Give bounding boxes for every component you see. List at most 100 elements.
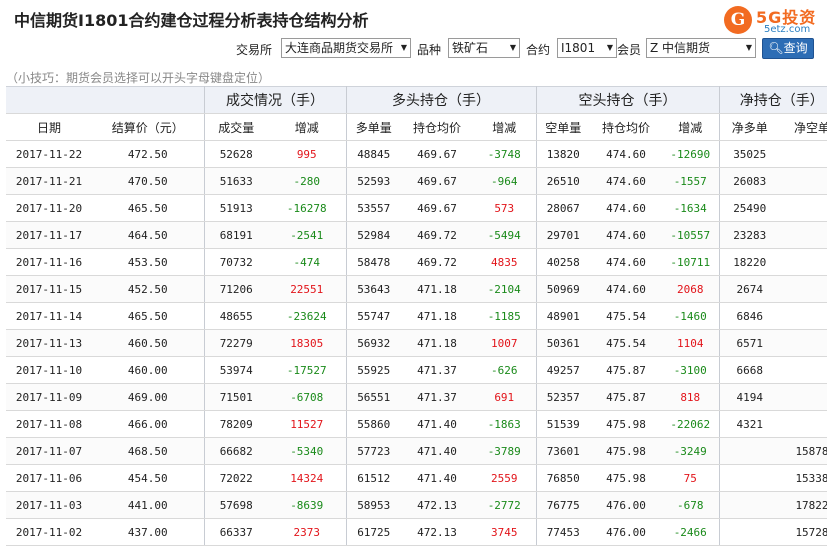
column-header: 日期: [6, 113, 92, 141]
table-cell: 465.50: [92, 302, 205, 330]
table-cell: 441.00: [92, 491, 205, 519]
table-cell: 2017-11-14: [6, 302, 92, 330]
site-logo[interactable]: G 5G投资 5etz.com: [724, 4, 824, 38]
table-cell: [719, 464, 780, 492]
table-cell: 475.87: [590, 356, 662, 384]
table-cell: 2017-11-10: [6, 356, 92, 384]
table-cell: 28067: [536, 194, 590, 222]
position-table: 成交情况（手） 多头持仓（手） 空头持仓（手） 净持仓（手） 日期 结算价（元）…: [6, 86, 827, 546]
table-cell: 51539: [536, 410, 590, 438]
table-cell: -17527: [268, 356, 347, 384]
logo-icon: G: [724, 6, 752, 34]
logo-url: 5etz.com: [764, 24, 811, 35]
table-cell: 48901: [536, 302, 590, 330]
table-cell: 471.37: [401, 356, 473, 384]
column-header: 增减: [662, 113, 720, 141]
table-cell: 474.60: [590, 194, 662, 222]
table-cell: 18220: [719, 248, 780, 276]
table-cell: -2772: [473, 491, 537, 519]
table-cell: 475.54: [590, 329, 662, 357]
table-cell: 2674: [719, 275, 780, 303]
table-cell: 71206: [204, 275, 268, 303]
table-cell: -1863: [473, 410, 537, 438]
member-label: 会员: [617, 43, 642, 57]
table-cell: 453.50: [92, 248, 205, 276]
table-cell: 55925: [346, 356, 401, 384]
table-cell: 52984: [346, 221, 401, 249]
table-cell: 1007: [473, 329, 537, 357]
table-body: 2017-11-22 472.50 52628 995 48845 469.67 -3748…: [6, 140, 827, 546]
group-header-blank: [6, 86, 205, 114]
table-cell: 56932: [346, 329, 401, 357]
table-cell: 472.13: [401, 518, 473, 546]
table-cell: [780, 140, 827, 168]
table-row: 2017-11-20 465.50 51913 -16278 53557 469.67 57…: [6, 194, 827, 222]
member-select[interactable]: Z 中信期货 ▼: [646, 38, 756, 58]
table-cell: 55747: [346, 302, 401, 330]
title-bar: 中信期货I1801合约建仓过程分析表持仓结构分析 G 5G投资 5etz.com: [0, 0, 827, 35]
filter-bar: 交易所 大连商品期货交易所 ▼ 品种 铁矿石 ▼ 合约 I1801 ▼ 会员 Z…: [0, 37, 827, 61]
exchange-select[interactable]: 大连商品期货交易所 ▼: [281, 38, 411, 58]
table-cell: 2017-11-15: [6, 275, 92, 303]
table-cell: 6571: [719, 329, 780, 357]
table-cell: 2017-11-06: [6, 464, 92, 492]
table-cell: 476.00: [590, 518, 662, 546]
table-cell: 78209: [204, 410, 268, 438]
table-cell: 29701: [536, 221, 590, 249]
table-cell: 469.67: [401, 140, 473, 168]
table-cell: 471.40: [401, 464, 473, 492]
table-cell: 52593: [346, 167, 401, 195]
table-cell: 14324: [268, 464, 347, 492]
query-button[interactable]: 🔍︎查询: [762, 38, 814, 59]
table-cell: -12690: [662, 140, 720, 168]
table-cell: 2017-11-07: [6, 437, 92, 465]
table-cell: 35025: [719, 140, 780, 168]
table-cell: 66337: [204, 518, 268, 546]
table-cell: 475.87: [590, 383, 662, 411]
table-cell: 452.50: [92, 275, 205, 303]
table-cell: 691: [473, 383, 537, 411]
table-cell: 4835: [473, 248, 537, 276]
table-cell: 52628: [204, 140, 268, 168]
table-cell: 11527: [268, 410, 347, 438]
table-cell: 25490: [719, 194, 780, 222]
table-cell: [780, 194, 827, 222]
table-cell: 475.98: [590, 410, 662, 438]
table-cell: 23283: [719, 221, 780, 249]
table-cell: -3249: [662, 437, 720, 465]
table-cell: 471.37: [401, 383, 473, 411]
contract-select[interactable]: I1801 ▼: [557, 38, 617, 58]
table-row: 2017-11-13 460.50 72279 18305 56932 471.18 100…: [6, 329, 827, 357]
contract-label: 合约: [526, 43, 551, 57]
search-icon: 🔍︎: [768, 41, 784, 55]
variety-select[interactable]: 铁矿石 ▼: [448, 38, 520, 58]
tip-text: （小技巧：期货会员选择可以开头字母键盘定位）: [6, 71, 271, 85]
table-row: 2017-11-03 441.00 57698 -8639 58953 472.13 -27…: [6, 491, 827, 519]
table-cell: [780, 329, 827, 357]
table-cell: -1460: [662, 302, 720, 330]
table-cell: 475.98: [590, 464, 662, 492]
table-cell: [780, 302, 827, 330]
table-cell: 471.18: [401, 302, 473, 330]
column-header-row: 日期 结算价（元） 成交量 增减 多单量 持仓均价 增减 空单量 持仓均价 增减…: [6, 113, 827, 141]
column-header: 持仓均价: [401, 113, 473, 141]
table-cell: -22062: [662, 410, 720, 438]
table-cell: 6668: [719, 356, 780, 384]
table-row: 2017-11-02 437.00 66337 2373 61725 472.13 3745…: [6, 518, 827, 546]
table-cell: 49257: [536, 356, 590, 384]
group-header-net: 净持仓（手）: [719, 86, 827, 114]
table-row: 2017-11-21 470.50 51633 -280 52593 469.67 -964…: [6, 167, 827, 195]
table-cell: 58953: [346, 491, 401, 519]
contract-select-value: I1801: [561, 41, 596, 55]
table-cell: 2017-11-03: [6, 491, 92, 519]
table-cell: 26510: [536, 167, 590, 195]
table-cell: 51633: [204, 167, 268, 195]
table-cell: 1104: [662, 329, 720, 357]
table-cell: [719, 437, 780, 465]
table-cell: 15728: [780, 518, 827, 546]
table-cell: 995: [268, 140, 347, 168]
table-cell: 73601: [536, 437, 590, 465]
table-cell: 471.18: [401, 329, 473, 357]
table-cell: 77453: [536, 518, 590, 546]
table-row: 2017-11-14 465.50 48655 -23624 55747 471.18 -1…: [6, 302, 827, 330]
